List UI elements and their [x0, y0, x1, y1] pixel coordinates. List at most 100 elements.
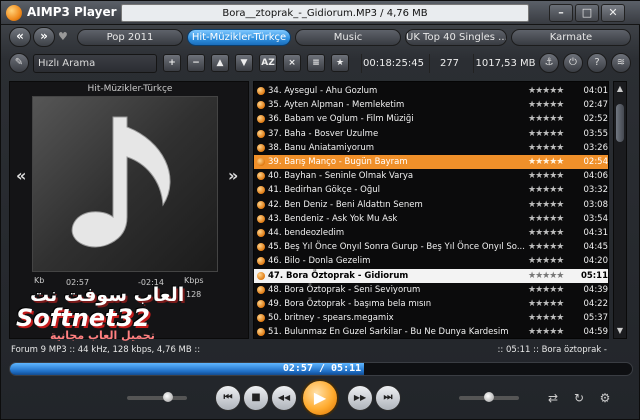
playlist-row[interactable]: 45. Beş Yıl Önce Onyıl Sonra Gurup - Beş… — [254, 240, 608, 254]
track-duration: 03:54 — [583, 213, 609, 224]
rating-stars-icon[interactable]: ★★★★★ — [528, 240, 564, 254]
track-status-icon — [257, 214, 265, 223]
volume-slider[interactable] — [127, 392, 187, 402]
playlist-row[interactable]: 40. Bayhan - Seninle Olmak Varya ★★★★★ 04:… — [254, 169, 608, 183]
rating-stars-icon[interactable]: ★★★★★ — [528, 254, 564, 268]
rating-stars-icon[interactable]: ★★★★★ — [528, 169, 564, 183]
balance-knob[interactable] — [484, 392, 494, 402]
volume-knob[interactable] — [163, 392, 173, 402]
rating-stars-icon[interactable]: ★★★★★ — [528, 155, 564, 169]
sort-button[interactable]: AZ — [259, 54, 277, 72]
rating-stars-icon[interactable]: ★★★★★ — [528, 198, 564, 212]
stop-button[interactable]: ■ — [243, 385, 269, 411]
playlist-row[interactable]: 38. Banu Aniatamiyorum ★★★★★ 03:26 — [254, 141, 608, 155]
balance-slider[interactable] — [459, 392, 519, 402]
forward-button[interactable]: » — [33, 27, 55, 47]
rating-stars-icon[interactable]: ★★★★★ — [528, 325, 564, 338]
track-status-icon — [257, 158, 265, 166]
clear-button[interactable]: × — [283, 54, 301, 72]
playlist-row[interactable]: 34. Aysegul - Ahu Gozlum ★★★★★ 04:01 — [254, 84, 608, 98]
playlist-row[interactable]: 39. Barış Manço - Bugün Bayram ★★★★★ 02:54 — [254, 155, 608, 169]
previous-art-arrow[interactable]: « — [16, 166, 26, 185]
rewind-button[interactable]: ◀◀ — [271, 385, 297, 411]
help-icon[interactable]: ? — [587, 53, 607, 73]
track-title: 48. Bora Öztoprak - Seni Seviyorum — [268, 284, 421, 295]
playlist-scrollbar[interactable]: ▲ ▼ — [613, 81, 627, 339]
next-art-arrow[interactable]: » — [228, 166, 238, 185]
rating-stars-icon[interactable]: ★★★★★ — [528, 183, 564, 197]
seek-bar[interactable]: 02:57 / 05:11 — [9, 362, 633, 376]
playlist-row[interactable]: 41. Bedirhan Gökçe - Oğul ★★★★★ 03:32 — [254, 183, 608, 197]
now-playing-title: Bora__ztoprak_-_Gidiorum.MP3 / 4,76 MB — [121, 4, 529, 22]
playlist-row[interactable]: 51. Bulunmaz En Guzel Sarkilar - Bu Ne D… — [254, 325, 609, 338]
rating-stars-icon[interactable]: ★★★★★ — [528, 297, 564, 311]
power-icon[interactable]: ⏻ — [563, 53, 583, 73]
track-title: 47. Bora Öztoprak - Gidiorum — [268, 270, 409, 281]
back-button[interactable]: « — [9, 27, 31, 47]
scroll-thumb[interactable] — [616, 104, 624, 142]
rating-stars-icon[interactable]: ★★★★★ — [528, 98, 564, 112]
playlist-row[interactable]: 48. Bora Öztoprak - Seni Seviyorum ★★★★★ 0… — [254, 283, 608, 297]
scroll-up-icon[interactable]: ▲ — [615, 84, 625, 94]
playlist-row[interactable]: 46. Bilo - Donla Gezelim ★★★★★ 04:20 — [254, 254, 608, 268]
playlist-row[interactable]: 50. britney - spears.megamix ★★★★★ 05:37 — [254, 311, 608, 325]
heart-icon[interactable]: ♥ — [58, 30, 68, 43]
rating-stars-icon[interactable]: ★★★★★ — [528, 269, 564, 283]
quick-search-input[interactable]: Hızlı Arama — [33, 54, 157, 73]
shuffle-icon[interactable]: ⇄ — [545, 390, 561, 406]
rating-stars-icon[interactable]: ★★★★★ — [528, 141, 564, 155]
settings-icon[interactable]: ⚙ — [597, 390, 613, 406]
close-button[interactable]: ✕ — [601, 4, 625, 22]
minimize-button[interactable]: – — [549, 4, 573, 22]
track-title: 46. Bilo - Donla Gezelim — [268, 256, 371, 267]
move-up-button[interactable]: ▲ — [211, 54, 229, 72]
rating-stars-icon[interactable]: ★★★★★ — [528, 212, 564, 226]
next-track-button[interactable]: ⏭ — [375, 385, 401, 411]
track-duration: 04:59 — [583, 327, 609, 338]
tab-music[interactable]: Music — [295, 29, 401, 46]
track-status-icon — [257, 243, 265, 252]
seek-times: 02:57 / 05:11 — [282, 363, 362, 374]
playlist-row[interactable]: 44. bendeozledim ★★★★★ 04:31 — [254, 226, 608, 240]
wrench-icon[interactable]: ✎ — [9, 53, 29, 73]
repeat-icon[interactable]: ↻ — [571, 390, 587, 406]
list-menu-button[interactable]: ≡ — [307, 54, 325, 72]
previous-track-button[interactable]: ⏮ — [215, 385, 241, 411]
tab-uk-top-40[interactable]: UK Top 40 Singles ... — [405, 29, 507, 46]
track-status-icon — [257, 129, 265, 138]
playlist-row[interactable]: 43. Bendeniz - Ask Yok Mu Ask ★★★★★ 03:54 — [254, 212, 609, 226]
equalizer-icon[interactable]: ≋ — [611, 53, 631, 73]
rating-stars-icon[interactable]: ★★★★★ — [528, 226, 564, 240]
rating-stars-icon[interactable]: ★★★★★ — [528, 84, 564, 98]
playlist-row[interactable]: 37. Baha - Bosver Uzulme ★★★★★ 03:55 — [254, 127, 608, 141]
track-title: 40. Bayhan - Seninle Olmak Varya — [268, 171, 414, 182]
add-button[interactable]: + — [163, 54, 181, 72]
rating-stars-icon[interactable]: ★★★★★ — [528, 283, 564, 297]
rating-stars-icon[interactable]: ★★★★★ — [528, 311, 564, 325]
fast-forward-button[interactable]: ▶▶ — [347, 385, 373, 411]
playlist-row[interactable]: 42. Ben Deniz - Beni Aldattın Senem ★★★★★… — [254, 198, 609, 212]
tab-pop-2011[interactable]: Pop 2011 — [77, 29, 183, 46]
favorite-button[interactable]: ★ — [331, 54, 349, 72]
kbps-label: Kbps — [184, 276, 204, 285]
tab-hit-muzikler[interactable]: Hit-Müzikler-Türkçe — [187, 29, 291, 46]
playlist-tabs-row: « » ♥ Pop 2011 Hit-Müzikler-Türkçe Music… — [1, 27, 640, 49]
maximize-button[interactable]: □ — [575, 4, 599, 22]
app-title: AIMP3 Player — [27, 5, 117, 19]
track-duration: 03:08 — [583, 199, 609, 210]
track-status-icon — [257, 285, 265, 294]
play-button[interactable]: ▶ — [301, 379, 339, 417]
scroll-down-icon[interactable]: ▼ — [615, 326, 625, 336]
rating-stars-icon[interactable]: ★★★★★ — [528, 127, 564, 141]
playlist-row[interactable]: 36. Babam ve Oglum - Film Müziği ★★★★★ 02:… — [254, 112, 608, 126]
anchor-icon[interactable]: ⚓ — [539, 53, 559, 73]
aimp-logo-icon[interactable] — [6, 5, 22, 21]
rating-stars-icon[interactable]: ★★★★★ — [528, 112, 564, 126]
playlist: 34. Aysegul - Ahu Gozlum ★★★★★ 04:01 35. Ay… — [253, 81, 609, 339]
remove-button[interactable]: − — [187, 54, 205, 72]
tab-karmate[interactable]: Karmate — [511, 29, 631, 46]
playlist-row[interactable]: 49. Bora Öztoprak - başıma bela mısın ★★★… — [254, 297, 608, 311]
playlist-row[interactable]: 47. Bora Öztoprak - Gidiorum ★★★★★ 05:11 — [254, 268, 608, 283]
move-down-button[interactable]: ▼ — [235, 54, 253, 72]
playlist-row[interactable]: 35. Ayten Alpman - Memleketim ★★★★★ 02:47 — [254, 98, 608, 112]
